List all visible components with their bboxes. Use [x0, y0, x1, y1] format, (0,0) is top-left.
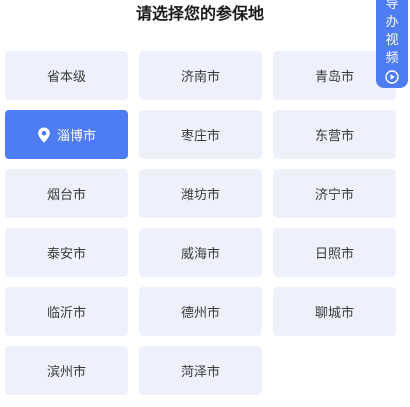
- city-option-dezhou[interactable]: 德州市: [139, 287, 262, 336]
- page-title: 请选择您的参保地: [135, 4, 264, 23]
- side-tab-char: 办: [385, 15, 399, 30]
- city-label: 菏泽市: [180, 365, 220, 380]
- city-option-weihai[interactable]: 威海市: [139, 228, 262, 277]
- city-option-yantai[interactable]: 烟台市: [5, 169, 128, 218]
- city-label: 枣庄市: [180, 129, 220, 144]
- city-label: 省本级: [46, 70, 86, 85]
- city-option-jining[interactable]: 济宁市: [273, 169, 396, 218]
- city-label: 烟台市: [46, 188, 86, 203]
- city-grid: 省本级 济南市 青岛市 淄博市 枣庄市 东营市 烟台市 潍坊市 济宁市 泰安市 …: [5, 51, 396, 395]
- city-option-jinan[interactable]: 济南市: [139, 51, 262, 100]
- play-circle-icon: [385, 70, 399, 84]
- city-label: 德州市: [180, 306, 220, 321]
- city-option-liaocheng[interactable]: 聊城市: [273, 287, 396, 336]
- page: 请选择您的参保地 省本级 济南市 青岛市 淄博市 枣庄市 东营市 烟台市 潍坊市…: [0, 0, 410, 407]
- city-label: 聊城市: [314, 306, 354, 321]
- city-label: 东营市: [314, 129, 354, 144]
- side-tab-char: 视: [385, 33, 399, 48]
- side-tab-char: 频: [385, 51, 399, 66]
- city-label: 济宁市: [314, 188, 354, 203]
- city-option-taian[interactable]: 泰安市: [5, 228, 128, 277]
- city-option-weifang[interactable]: 潍坊市: [139, 169, 262, 218]
- city-option-dongying[interactable]: 东营市: [273, 110, 396, 159]
- city-label: 青岛市: [314, 70, 354, 85]
- city-label: 潍坊市: [180, 188, 220, 203]
- city-label: 临沂市: [46, 306, 86, 321]
- city-label: 日照市: [314, 247, 354, 262]
- location-pin-icon: [38, 127, 50, 142]
- city-option-rizhao[interactable]: 日照市: [273, 228, 396, 277]
- city-label: 泰安市: [46, 247, 86, 262]
- city-option-zaozhuang[interactable]: 枣庄市: [139, 110, 262, 159]
- guide-video-tab[interactable]: 导 办 视 频: [376, 0, 408, 88]
- city-option-linyi[interactable]: 临沂市: [5, 287, 128, 336]
- city-option-provincial[interactable]: 省本级: [5, 51, 128, 100]
- city-option-binzhou[interactable]: 滨州市: [5, 346, 128, 395]
- city-label: 威海市: [180, 247, 220, 262]
- side-tab-char: 导: [385, 0, 399, 12]
- city-label: 淄博市: [56, 129, 96, 144]
- city-option-heze[interactable]: 菏泽市: [139, 346, 262, 395]
- city-label: 济南市: [180, 70, 220, 85]
- city-label: 滨州市: [46, 365, 86, 380]
- city-option-zibo[interactable]: 淄博市: [5, 110, 128, 159]
